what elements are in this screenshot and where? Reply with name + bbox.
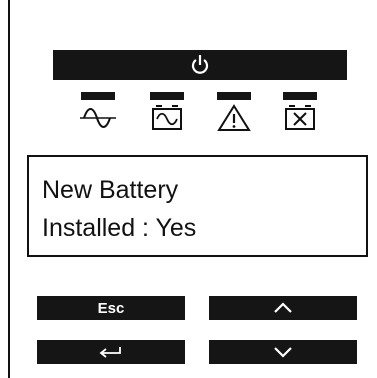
esc-button-label: Esc (97, 299, 125, 317)
chevron-up-icon (274, 302, 292, 313)
warning-triangle-icon (217, 104, 251, 131)
down-button[interactable] (209, 340, 357, 364)
panel-edge (8, 0, 10, 378)
indicator-fault-led (283, 92, 317, 100)
indicator-line (78, 92, 118, 136)
indicator-battery-mode (147, 92, 187, 136)
indicator-warning-led (217, 92, 251, 100)
chevron-down-icon (274, 347, 292, 358)
indicator-battery-mode-led (150, 92, 184, 100)
lcd-line-1: New Battery (42, 176, 179, 204)
power-icon (191, 55, 209, 74)
up-button[interactable] (209, 296, 357, 320)
indicator-warning (214, 92, 254, 136)
lcd-display: New Battery Installed : Yes (27, 155, 368, 257)
ac-sine-wave-icon (80, 108, 116, 128)
lcd-line-2: Installed : Yes (42, 214, 197, 242)
esc-button[interactable]: Esc (37, 296, 185, 320)
battery-fault-icon (285, 105, 315, 130)
indicator-line-led (81, 92, 115, 100)
power-bar[interactable] (53, 50, 347, 80)
battery-wave-icon (152, 105, 182, 130)
enter-arrow-icon (99, 347, 121, 358)
ups-control-panel: New Battery Installed : Yes Esc (0, 0, 377, 378)
enter-button[interactable] (37, 340, 185, 364)
indicator-fault (280, 92, 320, 136)
